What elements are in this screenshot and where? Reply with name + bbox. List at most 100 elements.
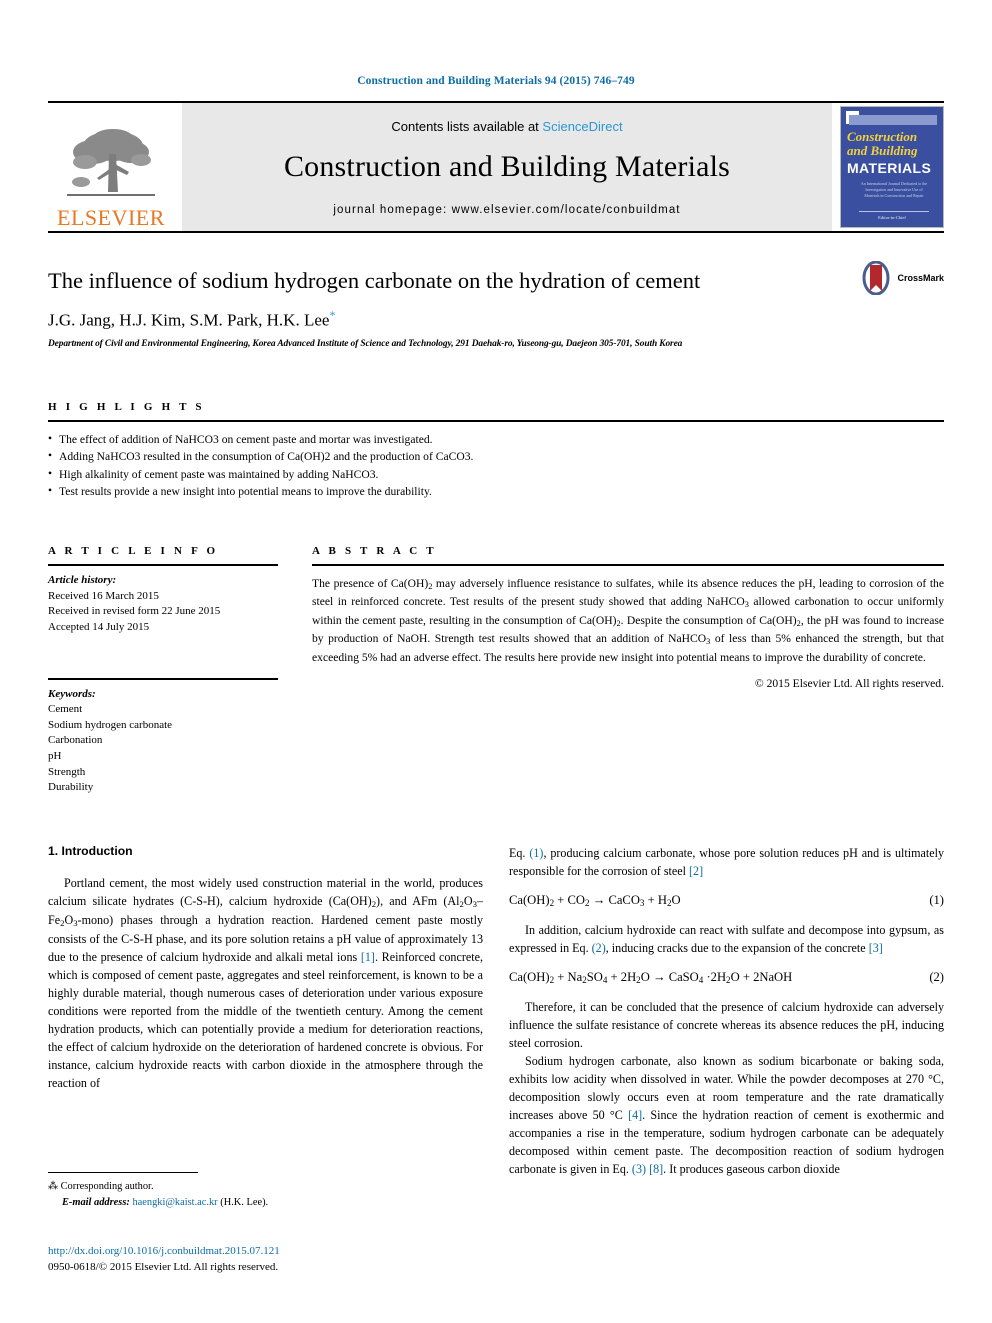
highlights-section: H I G H L I G H T S The effect of additi…	[48, 401, 944, 501]
article-info-heading: A R T I C L E I N F O	[48, 545, 219, 558]
citation-ref-4[interactable]: [4]	[628, 1108, 642, 1122]
keywords-label: Keywords:	[48, 687, 96, 700]
title-block: CrossMark The influence of sodium hydrog…	[48, 261, 944, 349]
corresponding-author-note: ⁂ Corresponding author.	[48, 1179, 478, 1195]
list-item: Adding NaHCO3 resulted in the consumptio…	[48, 447, 944, 466]
cover-title-line1: Construction	[847, 129, 918, 144]
email-link[interactable]: haengki@kaist.ac.kr	[132, 1197, 217, 1208]
elsevier-wordmark: ELSEVIER	[57, 205, 165, 230]
email-note: E-mail address: haengki@kaist.ac.kr (H.K…	[48, 1195, 478, 1210]
email-owner: (H.K. Lee).	[220, 1196, 269, 1208]
keyword-item: Carbonation	[48, 734, 103, 747]
article-history-block: Article history: Received 16 March 2015 …	[48, 573, 278, 635]
abstract-rule	[312, 564, 944, 567]
equation-1: Ca(OH)2 + CO2 → CaCO3 + H2O (1)	[509, 893, 944, 908]
journal-masthead: ELSEVIER Contents lists available at Sci…	[48, 101, 944, 231]
eq-ref-3[interactable]: (3)	[632, 1162, 646, 1176]
contents-prefix: Contents lists available at	[391, 118, 543, 134]
footnote-block: ⁂ Corresponding author. E-mail address: …	[48, 1172, 478, 1210]
article-info-column: A R T I C L E I N F O Article history: R…	[48, 545, 278, 796]
list-item: The effect of addition of NaHCO3 on ceme…	[48, 430, 944, 449]
article-history-label: Article history:	[48, 574, 117, 587]
masthead-center: Contents lists available at ScienceDirec…	[182, 103, 832, 231]
elsevier-tree-icon	[67, 129, 155, 196]
citation-ref-8[interactable]: [8]	[649, 1162, 663, 1176]
crossmark-badge[interactable]: CrossMark	[859, 261, 944, 295]
citation-ref-2[interactable]: [2]	[689, 864, 703, 878]
citation-ref-1[interactable]: [1]	[361, 950, 375, 964]
cover-subtitle: An International Journal Dedicated to th…	[860, 181, 928, 198]
keywords-block: Keywords: Cement Sodium hydrogen carbona…	[48, 687, 278, 796]
right-lead-paragraph: Eq. (1), producing calcium carbonate, wh…	[509, 845, 944, 878]
highlights-heading: H I G H L I G H T S	[48, 400, 205, 413]
cover-footer-text: Editor-in-Chief	[878, 215, 906, 220]
doi-block: http://dx.doi.org/10.1016/j.conbuildmat.…	[48, 1243, 280, 1276]
author-affiliation: Department of Civil and Environmental En…	[48, 338, 683, 349]
body-columns: 1. Introduction Portland cement, the mos…	[48, 844, 944, 1178]
right-paragraph-2: In addition, calcium hydroxide can react…	[509, 922, 944, 955]
highlights-rule	[48, 419, 944, 422]
eq-ref-2[interactable]: (2)	[592, 941, 606, 955]
keywords-rule	[48, 677, 278, 680]
author-names: J.G. Jang, H.J. Kim, S.M. Park, H.K. Lee	[48, 310, 330, 330]
cover-divider	[859, 211, 929, 212]
author-list: J.G. Jang, H.J. Kim, S.M. Park, H.K. Lee…	[48, 308, 944, 331]
body-column-left: 1. Introduction Portland cement, the mos…	[48, 844, 483, 1178]
article-page: Construction and Building Materials 94 (…	[0, 0, 992, 1323]
abstract-text: The presence of Ca(OH)2 may adversely in…	[312, 577, 945, 664]
history-accepted: Accepted 14 July 2015	[48, 620, 150, 633]
list-item: High alkalinity of cement paste was main…	[48, 465, 944, 484]
corresponding-author-text: Corresponding author.	[60, 1181, 154, 1192]
crossmark-icon	[862, 261, 890, 295]
journal-cover-thumbnail[interactable]: Construction and Building MATERIALS An I…	[840, 106, 944, 228]
cover-art: Construction and Building MATERIALS An I…	[841, 107, 943, 227]
article-title: The influence of sodium hydrogen carbona…	[48, 268, 701, 293]
equation-2-body: Ca(OH)2 + Na2SO4 + 2H2O → CaSO4 ·2H2O + …	[509, 969, 793, 985]
highlights-list: The effect of addition of NaHCO3 on ceme…	[48, 430, 944, 501]
history-received: Received 16 March 2015	[48, 589, 159, 602]
equation-1-body: Ca(OH)2 + CO2 → CaCO3 + H2O	[509, 892, 681, 908]
footnote-star-icon: ⁂	[48, 1181, 58, 1192]
highlight-text: High alkalinity of cement paste was main…	[59, 467, 379, 481]
keyword-item: Durability	[48, 781, 94, 794]
elsevier-logo: ELSEVIER	[48, 103, 174, 231]
keyword-item: pH	[48, 749, 62, 762]
corresponding-author-marker: *	[329, 308, 336, 322]
history-revised: Received in revised form 22 June 2015	[48, 605, 221, 618]
keyword-item: Cement	[48, 703, 83, 716]
journal-homepage-link[interactable]: journal homepage: www.elsevier.com/locat…	[333, 204, 680, 216]
highlight-text: The effect of addition of NaHCO3 on ceme…	[59, 432, 433, 446]
equation-2: Ca(OH)2 + Na2SO4 + 2H2O → CaSO4 ·2H2O + …	[509, 970, 944, 985]
journal-title: Construction and Building Materials	[283, 149, 731, 183]
intro-paragraph: Portland cement, the most widely used co…	[48, 875, 483, 1090]
cover-title-line3: MATERIALS	[847, 160, 932, 176]
list-item: Test results provide a new insight into …	[48, 483, 944, 501]
issn-copyright-line: 0950-0618/© 2015 Elsevier Ltd. All right…	[48, 1261, 279, 1274]
sciencedirect-link[interactable]: ScienceDirect	[542, 119, 622, 134]
keyword-item: Strength	[48, 765, 86, 778]
highlight-text: Test results provide a new insight into …	[59, 485, 432, 499]
eq-ref-1[interactable]: (1)	[529, 846, 543, 860]
right-paragraph-4: Sodium hydrogen carbonate, also known as…	[509, 1053, 944, 1176]
highlight-text: Adding NaHCO3 resulted in the consumptio…	[59, 450, 474, 464]
abstract-copyright: © 2015 Elsevier Ltd. All rights reserved…	[754, 676, 944, 690]
masthead-bottom-rule	[48, 231, 944, 233]
doi-link[interactable]: http://dx.doi.org/10.1016/j.conbuildmat.…	[48, 1243, 280, 1259]
cover-title-line2: and Building	[847, 143, 918, 158]
right-paragraph-3: Therefore, it can be concluded that the …	[509, 999, 944, 1050]
body-column-right: Eq. (1), producing calcium carbonate, wh…	[509, 844, 944, 1178]
article-info-rule	[48, 564, 278, 567]
running-head: Construction and Building Materials 94 (…	[357, 75, 635, 87]
equation-2-number: (2)	[929, 969, 944, 984]
footnote-rule	[48, 1172, 198, 1173]
keyword-item: Sodium hydrogen carbonate	[48, 718, 173, 731]
crossmark-label: CrossMark	[897, 273, 944, 283]
citation-ref-3[interactable]: [3]	[869, 941, 883, 955]
abstract-heading: A B S T R A C T	[312, 545, 437, 558]
equation-1-number: (1)	[929, 892, 944, 907]
cover-band	[849, 115, 937, 125]
info-abstract-region: A R T I C L E I N F O Article history: R…	[48, 545, 944, 796]
section-heading-introduction: 1. Introduction	[48, 843, 133, 858]
contents-available-line: Contents lists available at ScienceDirec…	[391, 119, 622, 134]
abstract-column: A B S T R A C T The presence of Ca(OH)2 …	[312, 545, 944, 796]
